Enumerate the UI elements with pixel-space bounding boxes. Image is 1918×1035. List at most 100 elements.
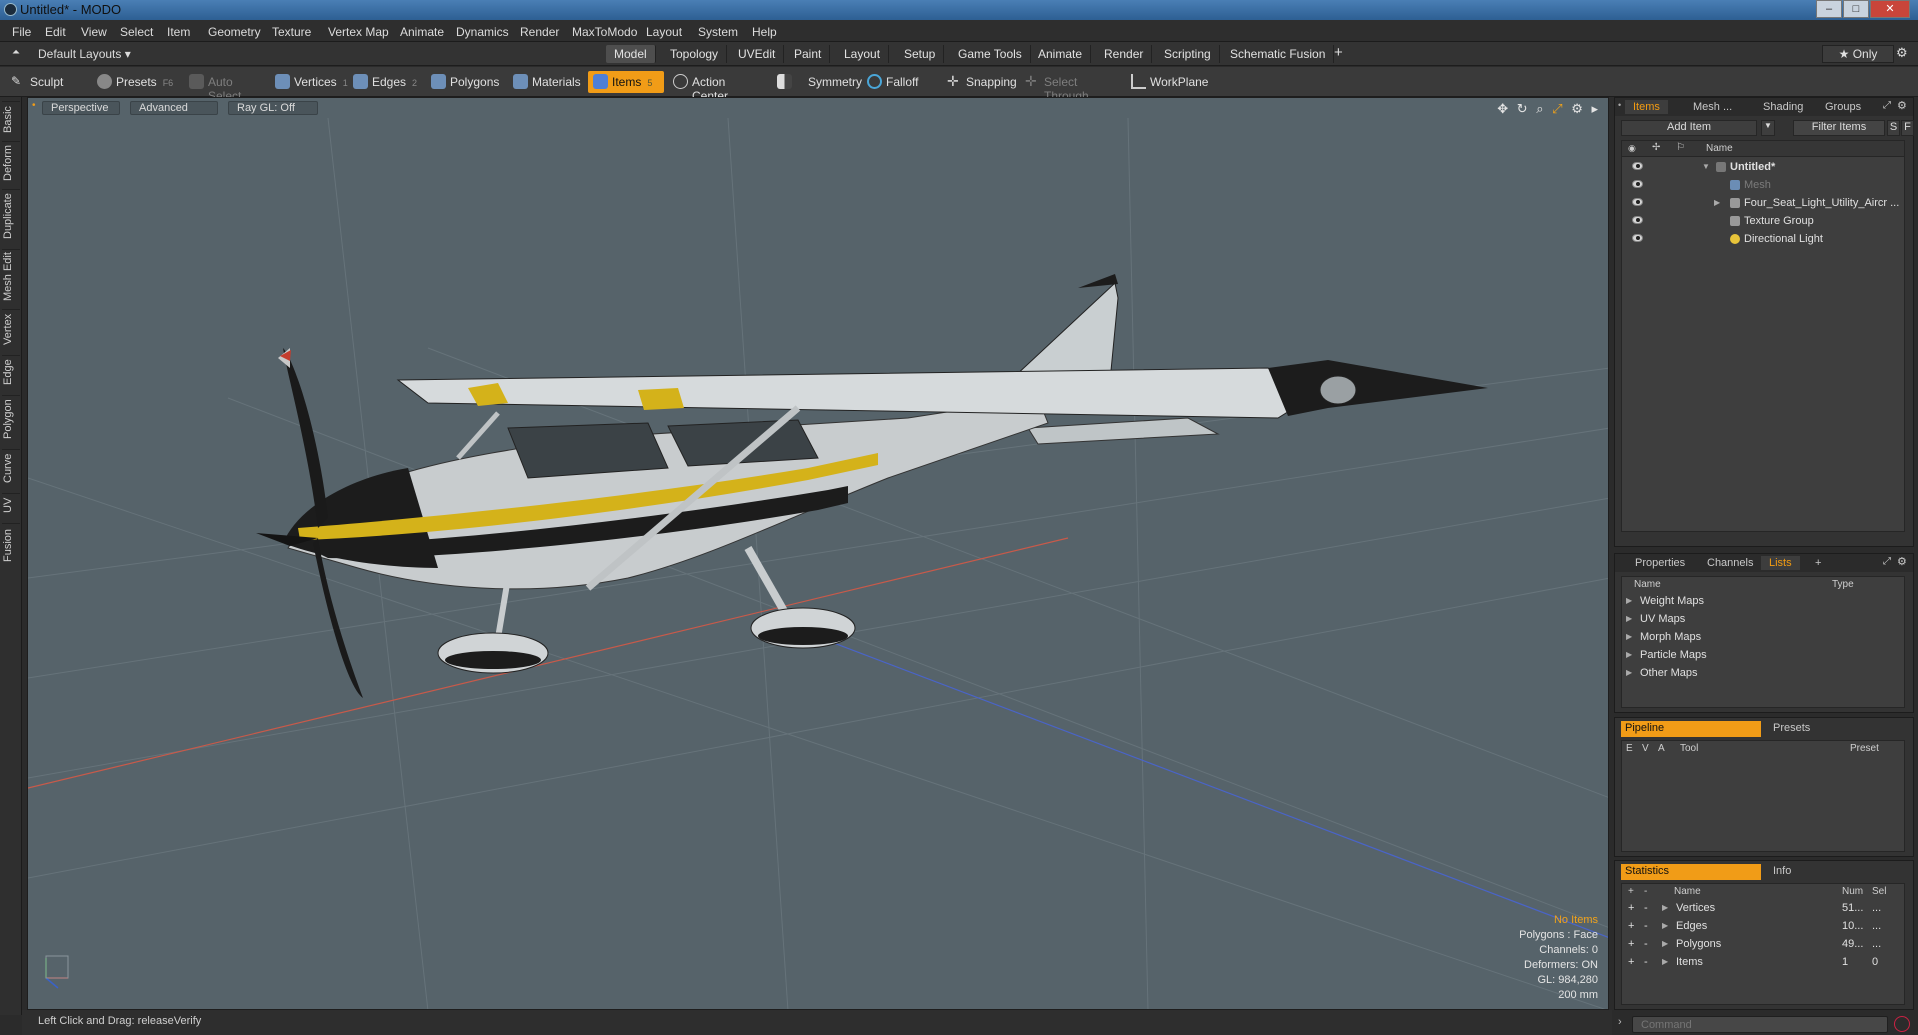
menu-file[interactable]: File: [12, 25, 31, 39]
expand-arrow-icon[interactable]: ▶: [1662, 903, 1668, 912]
tab-layout[interactable]: Layout: [836, 45, 890, 63]
polygons-button[interactable]: Polygons: [426, 71, 502, 93]
tab-topology[interactable]: Topology: [662, 45, 728, 63]
menu-vertex-map[interactable]: Vertex Map: [328, 25, 389, 39]
statistics-tab[interactable]: Statistics: [1621, 864, 1761, 880]
item-row-aircraft[interactable]: ▶ Four_Seat_Light_Utility_Aircr ...: [1622, 195, 1904, 213]
command-input[interactable]: [1632, 1016, 1888, 1033]
menu-item[interactable]: Item: [167, 25, 190, 39]
menu-geometry[interactable]: Geometry: [208, 25, 261, 39]
tab-groups[interactable]: Groups: [1817, 100, 1869, 114]
menu-system[interactable]: System: [698, 25, 738, 39]
minimize-button[interactable]: –: [1816, 0, 1842, 18]
fit-icon[interactable]: ⤢: [1552, 101, 1562, 116]
expand-arrow-icon[interactable]: ▸: [1591, 101, 1598, 116]
close-button[interactable]: ✕: [1870, 0, 1910, 18]
minus-icon[interactable]: -: [1644, 920, 1648, 932]
item-row-untitled[interactable]: ▼ Untitled*: [1622, 159, 1904, 177]
tab-channels[interactable]: Channels: [1699, 556, 1761, 570]
record-icon[interactable]: [1894, 1016, 1910, 1032]
tab-curve[interactable]: Curve: [2, 449, 20, 487]
list-item-weight-maps[interactable]: ▶ Weight Maps: [1622, 593, 1904, 611]
tab-mesh-edit[interactable]: Mesh Edit: [2, 249, 20, 303]
workplane-button[interactable]: WorkPlane: [1126, 71, 1210, 93]
tab-basic[interactable]: Basic: [2, 101, 20, 137]
tab-game-tools[interactable]: Game Tools: [950, 45, 1031, 63]
minus-icon[interactable]: -: [1644, 956, 1648, 968]
item-row-mesh[interactable]: Mesh: [1622, 177, 1904, 195]
menu-dynamics[interactable]: Dynamics: [456, 25, 509, 39]
list-item-uv-maps[interactable]: ▶ UV Maps: [1622, 611, 1904, 629]
tab-render[interactable]: Render: [1096, 45, 1153, 63]
expand-arrow-icon[interactable]: ▼: [1702, 162, 1710, 171]
list-item-morph-maps[interactable]: ▶ Morph Maps: [1622, 629, 1904, 647]
menu-layout[interactable]: Layout: [646, 25, 682, 39]
tab-uv[interactable]: UV: [2, 493, 20, 517]
expand-arrow-icon[interactable]: ▶: [1662, 939, 1668, 948]
panel-gear-icon[interactable]: ⚙: [1897, 99, 1907, 112]
perspective-dropdown[interactable]: Perspective: [42, 101, 120, 115]
falloff-button[interactable]: Falloff: [862, 71, 932, 93]
tab-vertex[interactable]: Vertex: [2, 309, 20, 349]
tab-mesh[interactable]: Mesh ...: [1685, 100, 1740, 114]
panel-expand-icon[interactable]: ⤢: [1883, 100, 1891, 111]
edges-button[interactable]: Edges 2: [348, 71, 420, 93]
stats-row-vertices[interactable]: + - ▶ Vertices 51... ...: [1622, 900, 1904, 918]
tab-uvedit[interactable]: UVEdit: [730, 45, 785, 63]
plus-icon[interactable]: +: [1628, 956, 1634, 968]
tab-deform[interactable]: Deform: [2, 141, 20, 183]
presets-button[interactable]: Presets F6: [92, 71, 174, 93]
menu-edit[interactable]: Edit: [45, 25, 66, 39]
panel-gear-icon[interactable]: ⚙: [1897, 555, 1907, 568]
minus-icon[interactable]: -: [1644, 938, 1648, 950]
expand-arrow-icon[interactable]: ▶: [1626, 650, 1632, 659]
snapping-button[interactable]: ✛ Snapping: [942, 71, 1017, 93]
raygl-dropdown[interactable]: Ray GL: Off: [228, 101, 318, 115]
tab-polygon[interactable]: Polygon: [2, 395, 20, 443]
stats-row-items[interactable]: + - ▶ Items 1 0: [1622, 954, 1904, 972]
maximize-button[interactable]: □: [1843, 0, 1869, 18]
zoom-icon[interactable]: ⌕: [1536, 101, 1543, 116]
plus-icon[interactable]: +: [1628, 902, 1634, 914]
tab-fusion[interactable]: Fusion: [2, 523, 20, 567]
rotate-icon[interactable]: ↻: [1517, 101, 1528, 116]
eye-icon[interactable]: [1632, 162, 1643, 170]
list-item-particle-maps[interactable]: ▶ Particle Maps: [1622, 647, 1904, 665]
tab-lists[interactable]: Lists: [1761, 556, 1800, 570]
presets-tab[interactable]: Presets: [1765, 721, 1818, 735]
add-tab-button[interactable]: +: [1334, 44, 1343, 61]
viewport-menu-dot[interactable]: •: [32, 100, 36, 111]
viewport-settings-icon[interactable]: ⚙: [1571, 101, 1583, 116]
tab-model[interactable]: Model: [606, 45, 656, 63]
menu-select[interactable]: Select: [120, 25, 153, 39]
layout-lock-icon[interactable]: ⏶: [12, 47, 20, 58]
item-row-directional-light[interactable]: Directional Light: [1622, 231, 1904, 249]
materials-button[interactable]: Materials: [508, 71, 584, 93]
s-filter-button[interactable]: S: [1887, 120, 1900, 136]
sculpt-button[interactable]: ✎ Sculpt: [6, 71, 90, 93]
tab-setup[interactable]: Setup: [896, 45, 945, 63]
pipeline-tab[interactable]: Pipeline: [1621, 721, 1761, 737]
menu-animate[interactable]: Animate: [400, 25, 444, 39]
symmetry-button[interactable]: Symmetry: [772, 71, 862, 93]
item-row-texture-group[interactable]: Texture Group: [1622, 213, 1904, 231]
panel-menu-dot[interactable]: •: [1618, 100, 1621, 110]
menu-render[interactable]: Render: [520, 25, 559, 39]
eye-icon[interactable]: [1632, 180, 1643, 188]
expand-arrow-icon[interactable]: ▶: [1714, 198, 1720, 207]
plus-icon[interactable]: +: [1628, 920, 1634, 932]
panel-expand-icon[interactable]: ⤢: [1883, 556, 1891, 567]
tab-scripting[interactable]: Scripting: [1156, 45, 1220, 63]
expand-arrow-icon[interactable]: ▶: [1626, 668, 1632, 677]
expand-arrow-icon[interactable]: ▶: [1626, 596, 1632, 605]
tab-items[interactable]: Items: [1625, 100, 1668, 114]
only-button[interactable]: ★ Only: [1822, 45, 1894, 63]
filter-items-input[interactable]: Filter Items: [1793, 120, 1885, 136]
items-button[interactable]: Items 5: [588, 71, 664, 93]
gear-icon[interactable]: ⚙: [1896, 45, 1908, 61]
tab-paint[interactable]: Paint: [786, 45, 831, 63]
expand-arrow-icon[interactable]: ▶: [1662, 921, 1668, 930]
tab-duplicate[interactable]: Duplicate: [2, 189, 20, 243]
tab-properties[interactable]: Properties: [1627, 556, 1693, 570]
eye-icon[interactable]: [1632, 216, 1643, 224]
